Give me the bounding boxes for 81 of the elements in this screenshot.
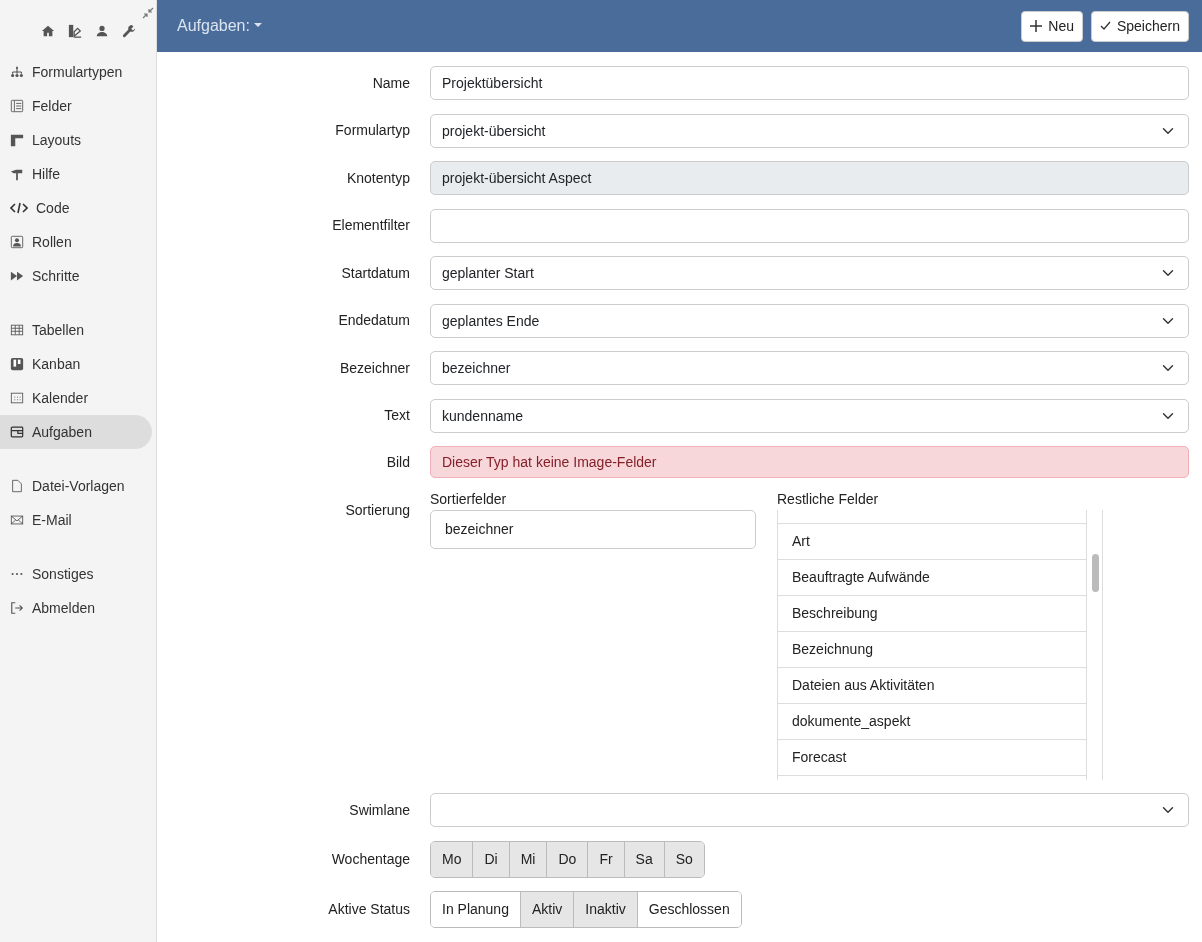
toggle-button[interactable]: Fr — [588, 841, 625, 877]
hierarchy-icon — [10, 65, 24, 79]
ruler-icon — [10, 133, 24, 147]
select-field[interactable]: geplanter Start — [430, 256, 1189, 290]
field-label: Name — [371, 73, 410, 93]
swatch-icon[interactable] — [67, 24, 82, 38]
list-title: Restliche Felder — [777, 491, 880, 506]
sidebar-item[interactable]: Tabellen — [0, 313, 152, 347]
sidebar-item[interactable]: Felder — [0, 89, 152, 123]
toggle-button[interactable]: Inaktiv — [574, 892, 638, 927]
card-icon — [10, 425, 24, 439]
list-title: Sortierfelder — [430, 491, 508, 506]
select-field[interactable]: kundenname — [430, 398, 1189, 433]
list-icon — [10, 99, 24, 113]
text-field[interactable] — [430, 208, 1189, 243]
list-item[interactable]: Art — [778, 523, 1086, 560]
alert-message: Dieser Typ hat keine Image-Felder — [430, 446, 1189, 478]
sidebar-item[interactable]: Hilfe — [0, 157, 152, 191]
mail-icon — [10, 513, 24, 527]
person-icon — [10, 235, 24, 249]
field-label: Startdatum — [340, 263, 410, 283]
toggle-button[interactable]: In Planung — [431, 892, 521, 927]
calendar-icon — [10, 391, 24, 405]
list-item[interactable]: Beauftragte Aufwände — [778, 559, 1086, 596]
toggle-button[interactable]: Do — [547, 841, 589, 877]
select-field[interactable]: bezeichner — [430, 351, 1189, 385]
toggle-button[interactable]: Mo — [431, 841, 474, 877]
sidebar-item[interactable]: Sonstiges — [0, 557, 152, 591]
sidebar-item[interactable]: Kanban — [0, 347, 152, 381]
field-label: Formulartyp — [334, 121, 410, 140]
field-label: Bild — [385, 452, 410, 472]
sidebar-item[interactable]: Schritte — [0, 259, 152, 293]
select-field[interactable]: geplantes Ende — [430, 303, 1189, 338]
list-item[interactable]: Dateien aus Aktivitäten — [778, 667, 1086, 704]
select-field[interactable]: projekt-übersicht — [430, 113, 1189, 148]
sidebar-item[interactable]: Aufgaben — [0, 415, 152, 449]
field-label: Text — [383, 406, 410, 425]
sidebar-item[interactable]: Code — [0, 191, 152, 225]
save-button[interactable]: Speichern — [1090, 10, 1189, 42]
readonly-field[interactable]: projekt-übersicht Aspect — [430, 161, 1189, 195]
field-label: Wochentage — [330, 849, 410, 869]
signpost-icon — [10, 167, 24, 181]
field-label: Swimlane — [348, 800, 410, 820]
sidebar-item[interactable]: Datei-Vorlagen — [0, 469, 152, 503]
sidebar-item[interactable]: Kalender — [0, 381, 152, 415]
field-label: Knotentyp — [345, 168, 410, 188]
list-item[interactable]: Forecast — [778, 739, 1086, 776]
field-label: Bezeichner — [338, 358, 410, 378]
select-field[interactable] — [430, 793, 1189, 827]
list-item[interactable]: Beschreibung — [778, 595, 1086, 632]
toggle-button[interactable]: Di — [473, 841, 510, 877]
table-icon — [10, 323, 24, 337]
toggle-button[interactable]: Aktiv — [520, 892, 575, 927]
logout-icon — [10, 601, 24, 615]
field-label: Sortierung — [344, 500, 410, 520]
field-label: Aktive Status — [327, 900, 410, 919]
kanban-icon — [10, 357, 24, 371]
toggle-button[interactable]: Sa — [624, 841, 665, 877]
list-item[interactable]: bezeichner — [430, 509, 756, 549]
wrench-icon[interactable] — [121, 24, 136, 38]
text-field[interactable]: Projektübersicht — [430, 66, 1189, 100]
sidebar-item[interactable]: Abmelden — [0, 591, 152, 625]
field-label: Elementfilter — [331, 216, 410, 235]
file-icon — [10, 479, 24, 493]
sidebar-item[interactable]: Formulartypen — [0, 55, 152, 89]
list-item[interactable]: dokumente_aspekt — [778, 703, 1086, 740]
list-item[interactable]: Bezeichnung — [778, 631, 1086, 668]
plus-icon — [1030, 20, 1043, 32]
home-icon[interactable] — [40, 24, 55, 38]
person-icon[interactable] — [94, 24, 109, 38]
check-icon — [1099, 21, 1111, 31]
code-icon — [10, 201, 28, 215]
toggle-button[interactable]: So — [664, 841, 704, 877]
new-button[interactable]: Neu — [1021, 10, 1083, 42]
sidebar-item[interactable]: Layouts — [0, 123, 152, 157]
toggle-button[interactable]: Mi — [509, 841, 548, 877]
title-dropdown[interactable]: Aufgaben: — [177, 14, 263, 38]
sidebar-item[interactable]: E-Mail — [0, 503, 152, 537]
sidebar-item[interactable]: Rollen — [0, 225, 152, 259]
field-label: Endedatum — [337, 311, 410, 330]
fast-forward-icon — [10, 269, 24, 283]
